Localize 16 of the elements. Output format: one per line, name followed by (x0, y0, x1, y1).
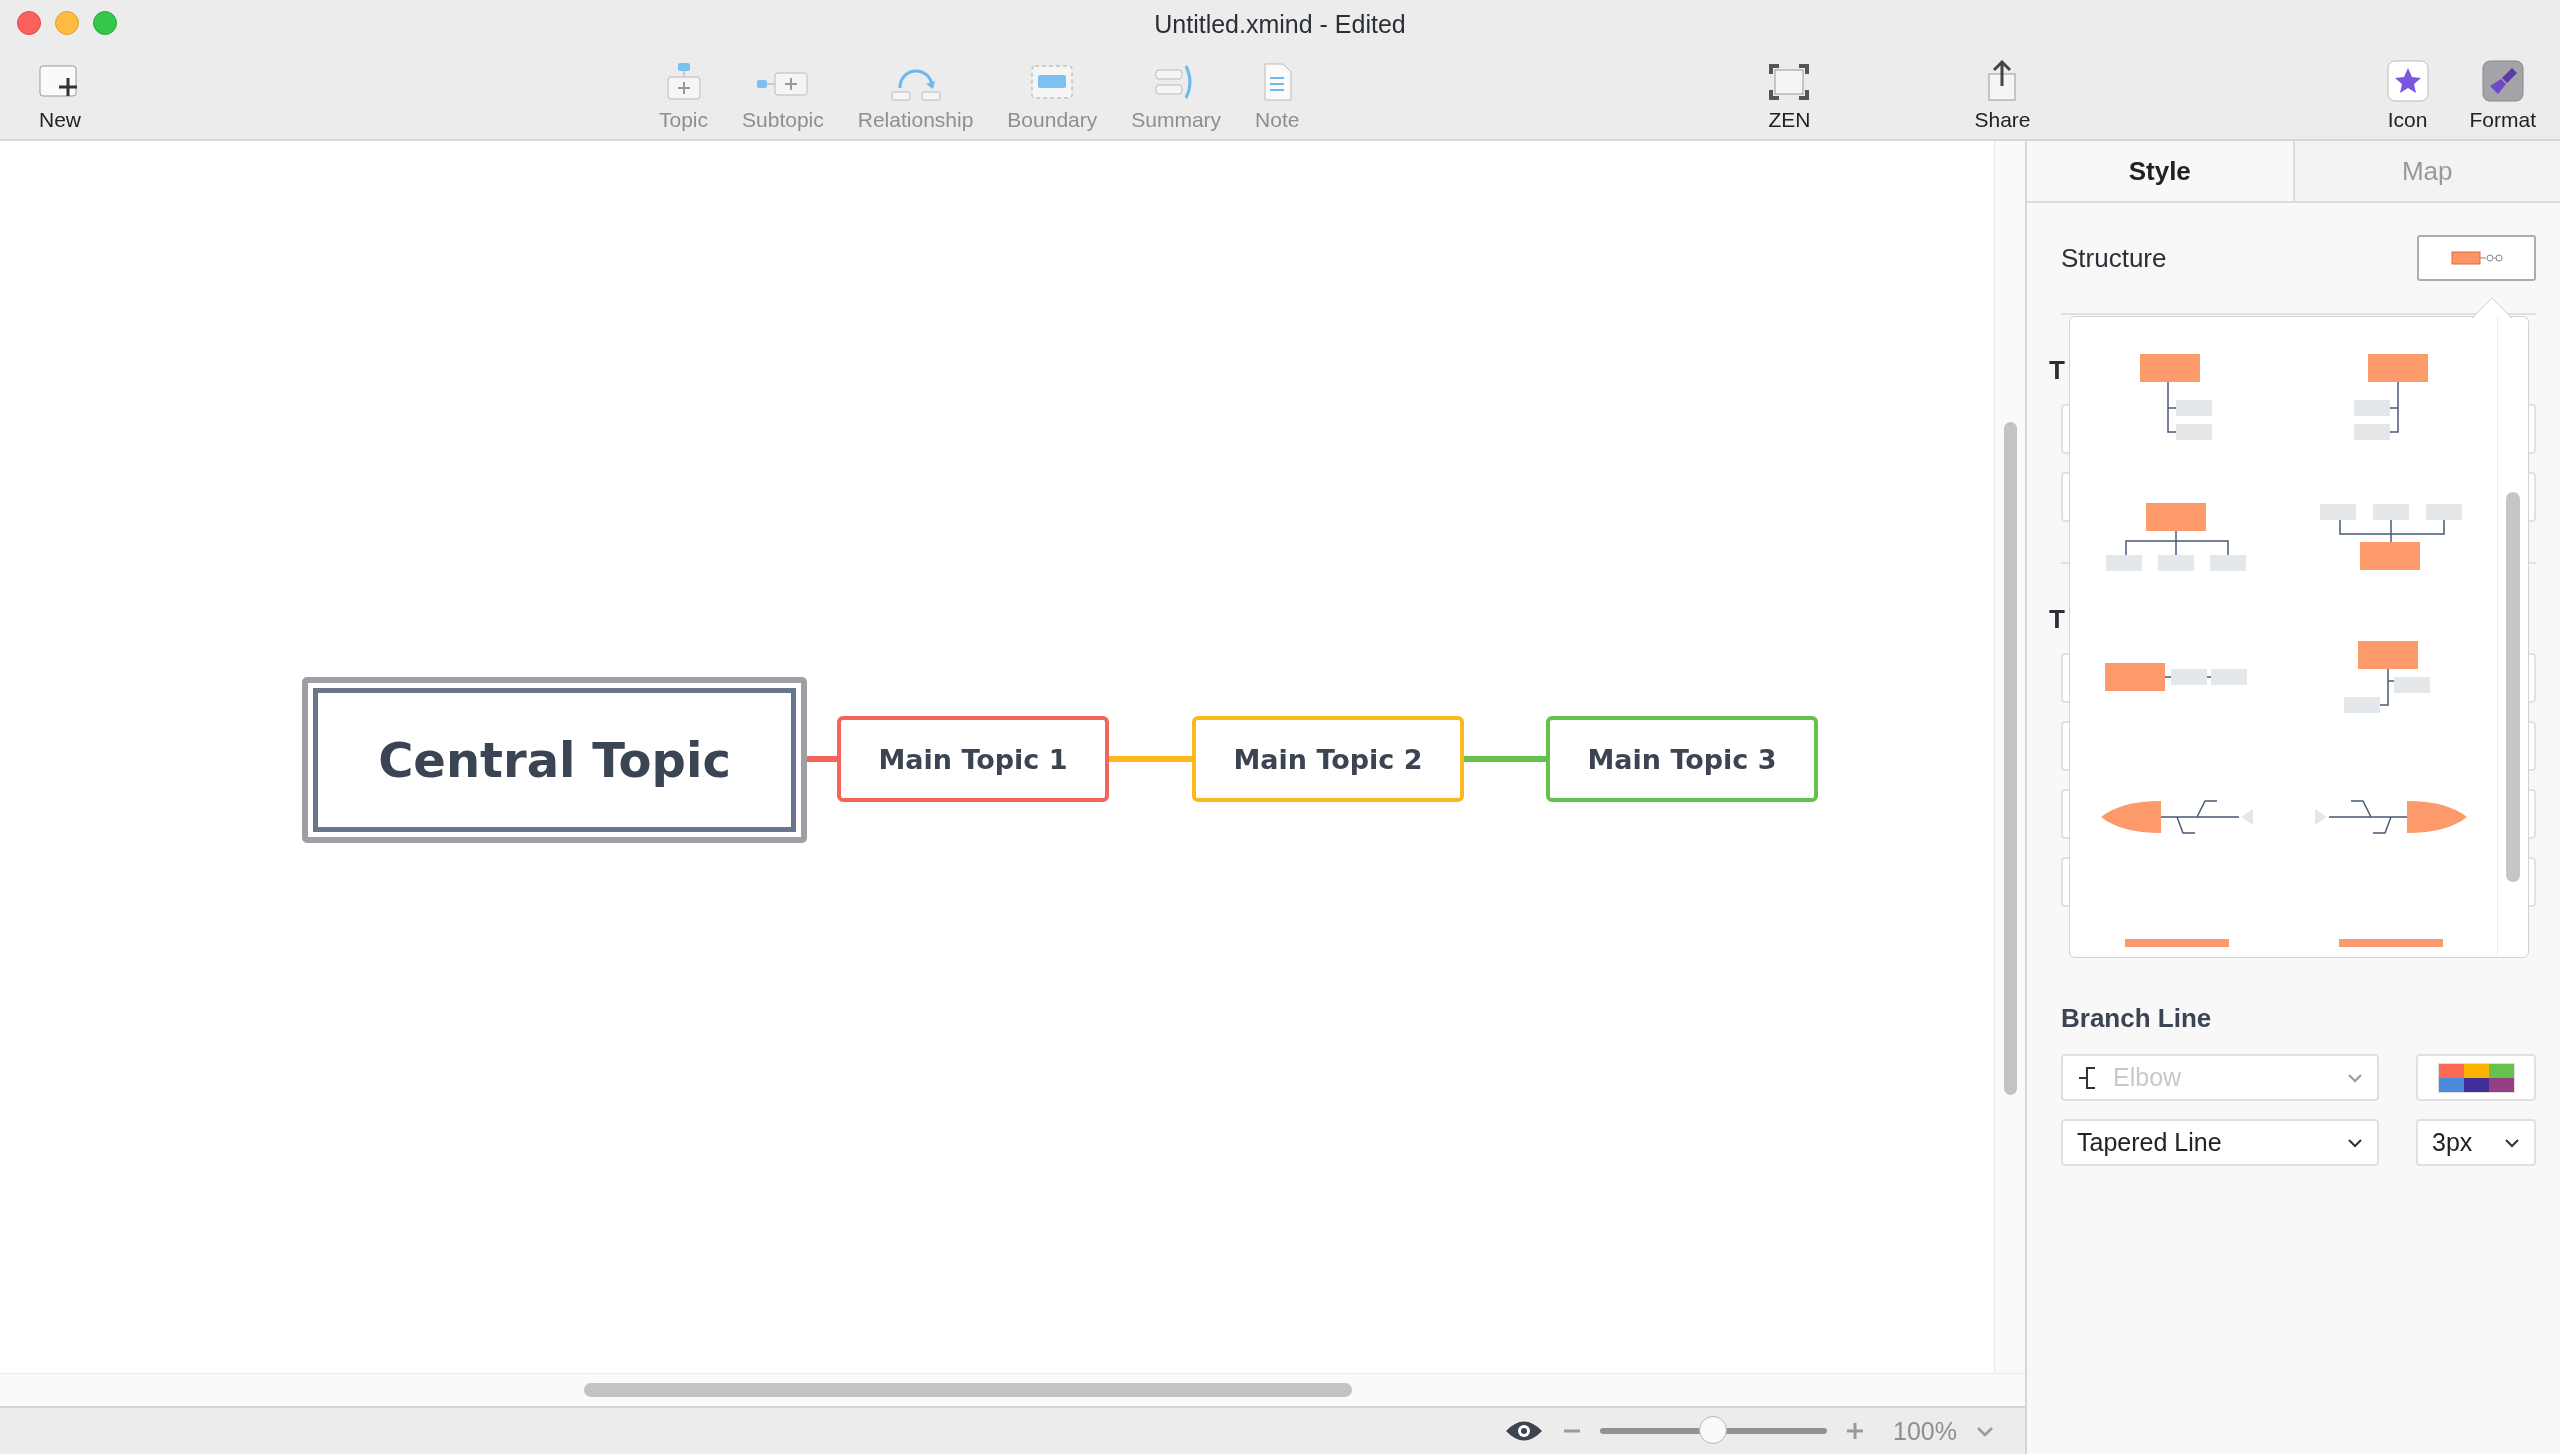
structure-label: Structure (2061, 242, 2167, 274)
share-button[interactable]: Share (1966, 52, 2039, 132)
main-topic[interactable]: Main Topic 3 (1546, 716, 1818, 802)
icon-button[interactable]: Icon (2378, 52, 2437, 132)
line-width-dropdown[interactable]: 3px (2416, 1119, 2536, 1166)
section-heading: T (2049, 604, 2065, 635)
section-heading: T (2049, 355, 2065, 386)
format-button[interactable]: Format (2461, 52, 2545, 132)
new-button[interactable]: New (30, 52, 90, 132)
zen-button[interactable]: ZEN (1759, 52, 1820, 132)
section-heading: Branch Line (2061, 1003, 2213, 1034)
main-topic[interactable]: Main Topic 1 (837, 716, 1109, 802)
window-title: Untitled.xmind - Edited (1154, 10, 1406, 39)
central-topic[interactable]: Central Topic (302, 677, 807, 843)
main-topic[interactable]: Main Topic 2 (1192, 716, 1464, 802)
line-style-dropdown[interactable]: Tapered Line (2061, 1119, 2379, 1166)
